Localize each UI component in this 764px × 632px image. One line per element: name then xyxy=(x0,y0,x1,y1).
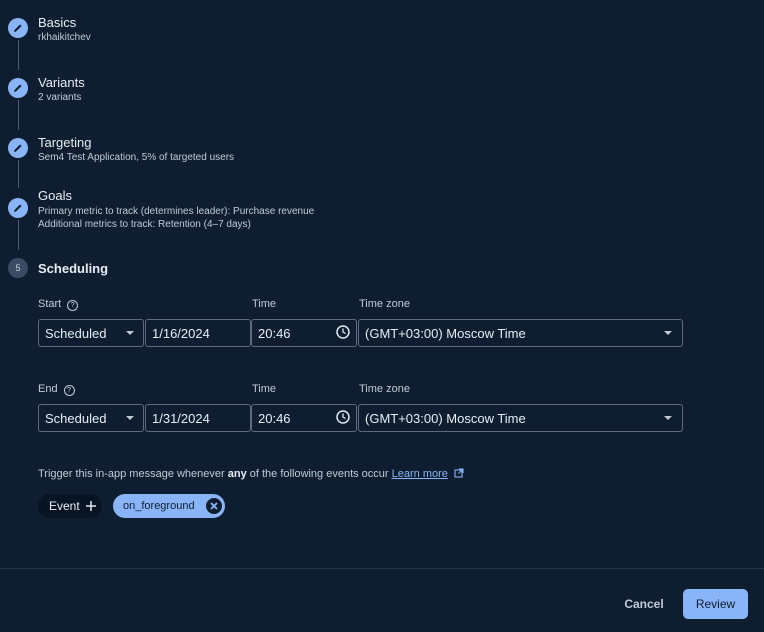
footer-divider xyxy=(0,568,764,569)
step-connector xyxy=(18,40,19,70)
trigger-text-after: of the following events occur xyxy=(246,468,392,480)
start-time-input[interactable]: 20:46 xyxy=(251,319,357,347)
cancel-button[interactable]: Cancel xyxy=(614,590,674,618)
end-label-text: End xyxy=(38,383,58,395)
review-button[interactable]: Review xyxy=(683,589,748,619)
close-icon[interactable] xyxy=(206,498,222,514)
end-timezone-select[interactable]: (GMT+03:00) Moscow Time xyxy=(358,404,683,432)
edit-icon[interactable] xyxy=(8,18,28,38)
end-label: End? xyxy=(38,383,75,396)
help-icon[interactable]: ? xyxy=(67,300,79,311)
clock-icon[interactable] xyxy=(336,410,350,424)
start-mode-value: Scheduled xyxy=(45,325,107,341)
trigger-text-before: Trigger this in-app message whenever xyxy=(38,468,228,480)
start-label: Start? xyxy=(38,298,79,311)
step-connector xyxy=(18,220,19,250)
edit-icon[interactable] xyxy=(8,198,28,218)
step-number-badge: 5 xyxy=(8,258,28,278)
external-link-icon[interactable] xyxy=(454,468,464,478)
add-event-chip[interactable]: Event xyxy=(38,494,102,518)
step-title-targeting: Targeting xyxy=(38,135,92,150)
step-subtitle-goals-additional: Additional metrics to track: Retention (… xyxy=(38,219,251,230)
edit-icon[interactable] xyxy=(8,138,28,158)
step-title-scheduling: Scheduling xyxy=(38,261,109,276)
step-connector xyxy=(18,160,19,188)
event-chip-label: Event xyxy=(49,499,80,513)
start-label-text: Start xyxy=(38,298,62,310)
start-mode-select[interactable]: Scheduled xyxy=(38,319,144,347)
step-subtitle-goals-primary: Primary metric to track (determines lead… xyxy=(38,206,315,217)
start-timezone-select[interactable]: (GMT+03:00) Moscow Time xyxy=(358,319,683,347)
step-subtitle-variants: 2 variants xyxy=(38,92,82,103)
end-date-value: 1/31/2024 xyxy=(152,410,210,426)
step-connector xyxy=(18,100,19,130)
chevron-down-icon xyxy=(664,416,672,420)
step-subtitle-targeting: Sem4 Test Application, 5% of targeted us… xyxy=(38,152,235,163)
end-mode-value: Scheduled xyxy=(45,410,107,426)
step-title-basics: Basics xyxy=(38,15,77,30)
start-timezone-value: (GMT+03:00) Moscow Time xyxy=(365,325,526,341)
help-icon[interactable]: ? xyxy=(63,385,75,396)
end-mode-select[interactable]: Scheduled xyxy=(38,404,144,432)
plus-icon xyxy=(86,501,96,511)
event-chip-on-foreground[interactable]: on_foreground xyxy=(113,494,225,518)
step-title-variants: Variants xyxy=(38,75,85,90)
clock-icon[interactable] xyxy=(336,325,350,339)
end-date-input[interactable]: 1/31/2024 xyxy=(145,404,251,432)
end-timezone-label: Time zone xyxy=(359,383,410,395)
step-title-goals: Goals xyxy=(38,188,72,203)
start-date-input[interactable]: 1/16/2024 xyxy=(145,319,251,347)
chevron-down-icon xyxy=(664,331,672,335)
start-timezone-label: Time zone xyxy=(359,298,410,310)
edit-icon[interactable] xyxy=(8,78,28,98)
chevron-down-icon xyxy=(126,416,134,420)
start-date-value: 1/16/2024 xyxy=(152,325,210,341)
chevron-down-icon xyxy=(126,331,134,335)
trigger-description: Trigger this in-app message whenever any… xyxy=(38,468,464,480)
end-time-value: 20:46 xyxy=(258,410,291,426)
learn-more-link[interactable]: Learn more xyxy=(392,468,448,480)
trigger-text-bold: any xyxy=(227,468,247,480)
start-time-label: Time xyxy=(252,298,277,310)
end-time-label: Time xyxy=(252,383,277,395)
end-timezone-value: (GMT+03:00) Moscow Time xyxy=(365,410,526,426)
step-subtitle-basics: rkhaikitchev xyxy=(38,32,91,43)
end-time-input[interactable]: 20:46 xyxy=(251,404,357,432)
event-chip-value: on_foreground xyxy=(123,500,195,512)
start-time-value: 20:46 xyxy=(258,325,291,341)
